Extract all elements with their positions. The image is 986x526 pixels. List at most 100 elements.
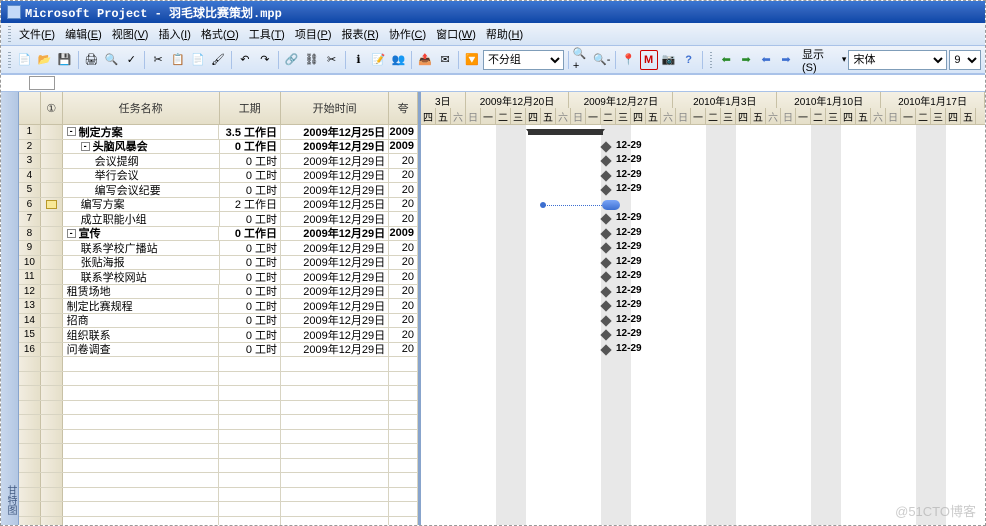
finish-cell[interactable]: 20 (389, 314, 418, 328)
row-num[interactable]: 1 (19, 125, 41, 139)
milestone-diamond[interactable] (600, 300, 611, 311)
finish-cell[interactable]: 20 (389, 212, 418, 226)
outline-toggle[interactable]: - (67, 229, 76, 238)
finish-cell[interactable]: 20 (389, 256, 418, 270)
task-name-cell[interactable]: 组织联系 (63, 328, 220, 342)
task-name-cell[interactable]: 联系学校广播站 (63, 241, 220, 255)
finish-header[interactable]: 夸 (389, 92, 418, 124)
milestone-diamond[interactable] (600, 344, 611, 355)
outline-toggle[interactable]: - (67, 127, 76, 136)
row-num[interactable]: 16 (19, 343, 41, 357)
row-num[interactable]: 7 (19, 212, 41, 226)
start-cell[interactable]: 2009年12月29日 (281, 140, 389, 154)
task-name-cell[interactable]: 制定比赛规程 (63, 299, 220, 313)
milestone-diamond[interactable] (600, 315, 611, 326)
milestone-diamond[interactable] (600, 257, 611, 268)
finish-cell[interactable]: 20 (389, 241, 418, 255)
task-name-cell[interactable]: 举行会议 (63, 169, 220, 183)
milestone-diamond[interactable] (600, 271, 611, 282)
help-button[interactable]: ? (680, 50, 698, 70)
row-num[interactable]: 15 (19, 328, 41, 342)
gantt-row[interactable]: 12-29 (421, 183, 985, 198)
gantt-row[interactable]: 12-29 (421, 154, 985, 169)
task-name-cell[interactable]: 编写方案 (63, 198, 220, 212)
duration-cell[interactable]: 0 工时 (219, 299, 281, 313)
notes-button[interactable]: 📝 (369, 50, 387, 70)
row-num[interactable]: 10 (19, 256, 41, 270)
ms-button[interactable]: M (640, 50, 658, 70)
task-name-cell[interactable]: 成立职能小组 (63, 212, 220, 226)
task-name-cell[interactable]: 会议提纲 (63, 154, 220, 168)
milestone-diamond[interactable] (600, 286, 611, 297)
show-menu[interactable]: 显示(S) (797, 44, 840, 76)
row-num[interactable]: 14 (19, 314, 41, 328)
zoom-in-button[interactable]: 🔍+ (573, 50, 591, 70)
task-name-cell[interactable]: 问卷调查 (63, 343, 220, 357)
start-cell[interactable]: 2009年12月29日 (281, 270, 389, 284)
start-cell[interactable]: 2009年12月29日 (281, 227, 389, 241)
table-row[interactable]: 15组织联系0 工时2009年12月29日20 (19, 328, 418, 343)
duration-cell[interactable]: 0 工时 (220, 241, 282, 255)
menu-6[interactable]: 项目(P) (290, 24, 337, 44)
open-button[interactable]: 📂 (36, 50, 54, 70)
menu-3[interactable]: 插入(I) (153, 24, 195, 44)
milestone-diamond[interactable] (600, 242, 611, 253)
duration-cell[interactable]: 0 工时 (219, 314, 281, 328)
toolbar2-grip[interactable] (710, 52, 713, 68)
gantt-row[interactable]: 12-29 (421, 299, 985, 314)
start-cell[interactable]: 2009年12月29日 (281, 212, 389, 226)
outdent-button[interactable]: ⬅ (757, 50, 775, 70)
paste-button[interactable]: 📄 (189, 50, 207, 70)
title-bar[interactable]: Microsoft Project - 羽毛球比赛策划.mpp (1, 1, 985, 23)
format-painter-button[interactable]: 🖌 (209, 50, 227, 70)
table-row[interactable]: 3会议提纲0 工时2009年12月29日20 (19, 154, 418, 169)
table-row[interactable]: 5编写会议纪要0 工时2009年12月29日20 (19, 183, 418, 198)
menu-grip[interactable] (8, 26, 11, 42)
start-cell[interactable]: 2009年12月29日 (281, 169, 389, 183)
task-name-cell[interactable]: 张贴海报 (63, 256, 220, 270)
publish-button[interactable]: 📤 (416, 50, 434, 70)
row-header-corner[interactable] (19, 92, 41, 124)
task-name-cell[interactable]: -头脑风暴会 (63, 140, 220, 154)
gantt-row[interactable]: 12-29 (421, 140, 985, 155)
duration-cell[interactable]: 0 工作日 (220, 140, 282, 154)
table-row[interactable]: 8-宣传0 工作日2009年12月29日2009 (19, 227, 418, 242)
group-button[interactable]: 🔽 (463, 50, 481, 70)
row-num[interactable]: 6 (19, 198, 41, 212)
row-num[interactable]: 8 (19, 227, 41, 241)
start-cell[interactable]: 2009年12月25日 (281, 198, 389, 212)
start-cell[interactable]: 2009年12月29日 (281, 328, 389, 342)
start-cell[interactable]: 2009年12月29日 (281, 343, 389, 357)
table-row[interactable]: 1-制定方案3.5 工作日2009年12月25日2009 (19, 125, 418, 140)
task-name-cell[interactable]: 租赁场地 (63, 285, 220, 299)
menu-7[interactable]: 报表(R) (337, 24, 384, 44)
menu-1[interactable]: 编辑(E) (60, 24, 107, 44)
gantt-row[interactable]: 12-29 (421, 328, 985, 343)
info-button[interactable]: ℹ (349, 50, 367, 70)
copy-picture-button[interactable]: 📷 (660, 50, 678, 70)
gantt-row[interactable]: 12-29 (421, 241, 985, 256)
table-row[interactable]: 16问卷调查0 工时2009年12月29日20 (19, 343, 418, 358)
outline-toggle[interactable]: - (81, 142, 90, 151)
table-row[interactable]: 11联系学校网站0 工时2009年12月29日20 (19, 270, 418, 285)
finish-cell[interactable]: 20 (389, 328, 418, 342)
group-combo[interactable]: 不分组 (483, 50, 564, 70)
gantt-row[interactable]: 12-29 (421, 212, 985, 227)
menu-0[interactable]: 文件(F) (14, 24, 60, 44)
row-num[interactable]: 13 (19, 299, 41, 313)
gantt-timescale[interactable]: 3日2009年12月20日2009年12月27日2010年1月3日2010年1月… (421, 92, 985, 125)
duration-cell[interactable]: 0 工时 (220, 256, 282, 270)
spell-button[interactable]: ✓ (122, 50, 140, 70)
table-row[interactable]: 4举行会议0 工时2009年12月29日20 (19, 169, 418, 184)
entry-cell[interactable] (29, 76, 55, 90)
start-cell[interactable]: 2009年12月29日 (281, 154, 389, 168)
task-name-cell[interactable]: -制定方案 (63, 125, 220, 139)
start-cell[interactable]: 2009年12月29日 (281, 299, 389, 313)
finish-cell[interactable]: 20 (389, 183, 418, 197)
menu-4[interactable]: 格式(O) (196, 24, 244, 44)
duration-cell[interactable]: 0 工时 (220, 212, 282, 226)
menu-5[interactable]: 工具(T) (244, 24, 290, 44)
milestone-diamond[interactable] (600, 155, 611, 166)
finish-cell[interactable]: 20 (389, 198, 418, 212)
table-row[interactable]: 6编写方案2 工作日2009年12月25日20 (19, 198, 418, 213)
